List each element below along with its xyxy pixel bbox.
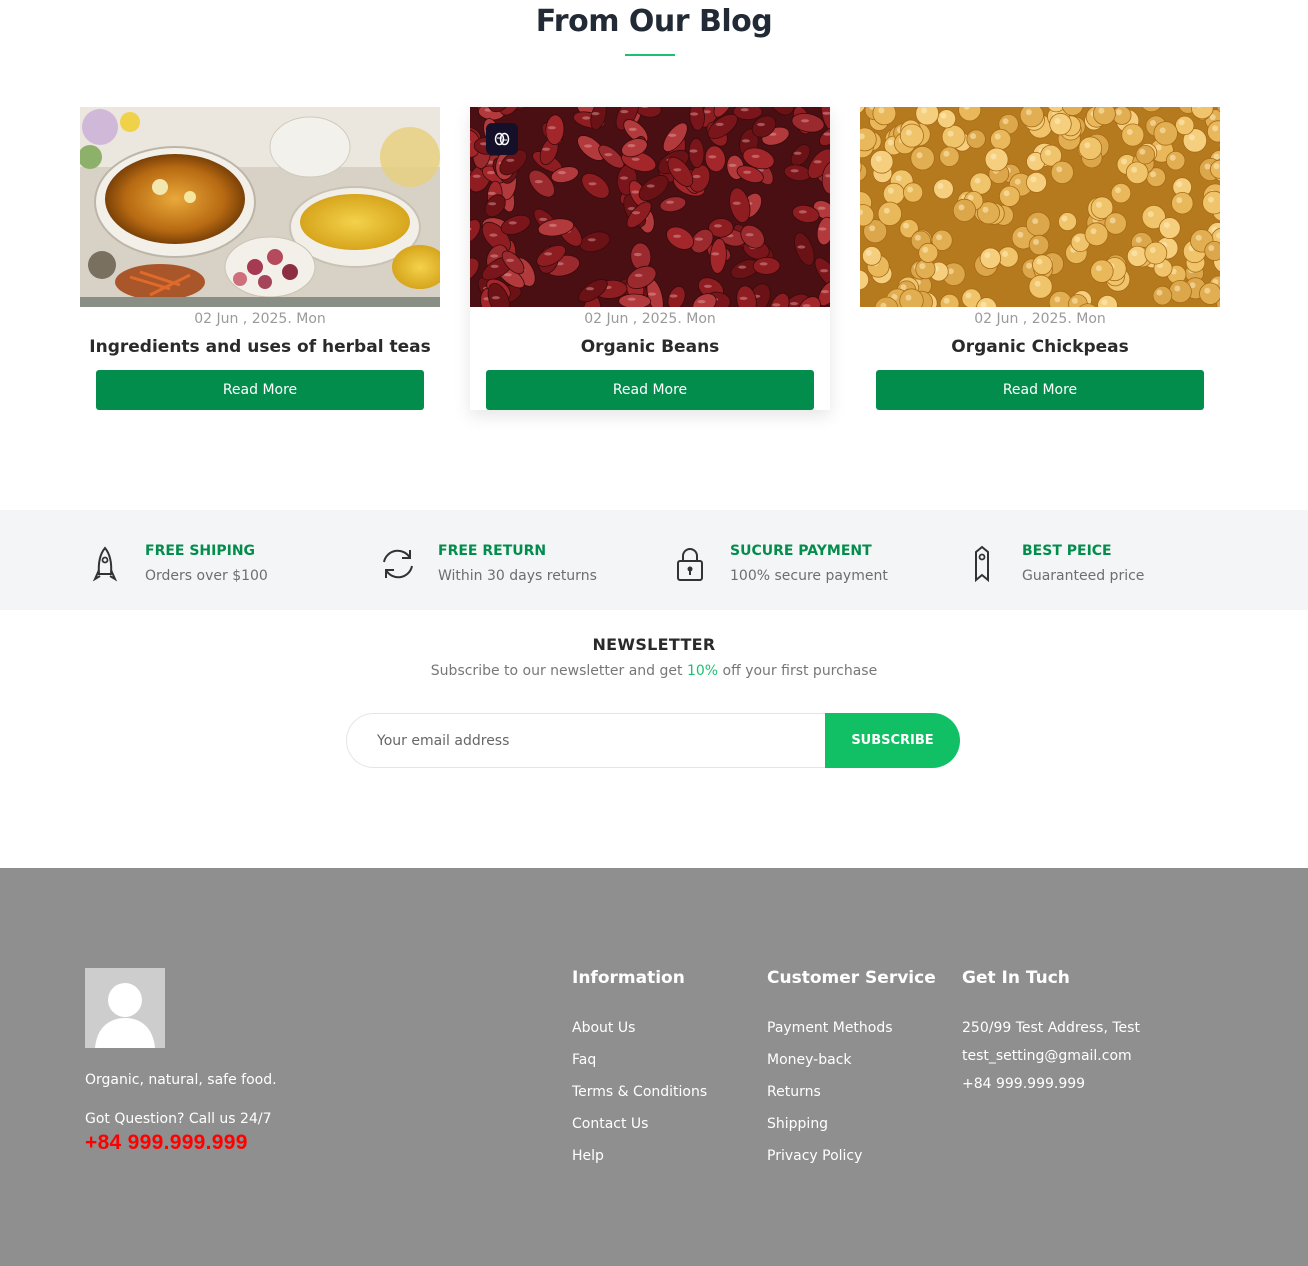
feature-free-return: FREE RETURN Within 30 days returns — [378, 540, 658, 590]
avatar — [85, 968, 165, 1048]
feature-title: FREE SHIPING — [145, 543, 256, 559]
herbal-tea-image[interactable] — [80, 107, 440, 307]
footer-link-contact-us[interactable]: Contact Us — [572, 1116, 648, 1132]
footer-link-terms[interactable]: Terms & Conditions — [572, 1084, 707, 1100]
footer-link-returns[interactable]: Returns — [767, 1084, 821, 1100]
contact-phone[interactable]: +84 999.999.999 — [962, 1076, 1140, 1104]
blog-card: 02 Jun , 2025. Mon Ingredients and uses … — [80, 107, 440, 410]
read-more-button[interactable]: Read More — [876, 370, 1204, 410]
footer-link-item: Payment Methods — [767, 1020, 936, 1052]
footer: Organic, natural, safe food. Got Questio… — [0, 868, 1308, 1266]
post-title[interactable]: Organic Beans — [470, 337, 830, 357]
newsletter-form: SUBSCRIBE — [346, 713, 960, 768]
read-more-button[interactable]: Read More — [486, 370, 814, 410]
brain-icon[interactable] — [486, 123, 518, 155]
title-underline — [625, 54, 675, 56]
feature-title: BEST PEICE — [1022, 543, 1112, 559]
footer-link-item: About Us — [572, 1020, 707, 1052]
feature-subtitle: Within 30 days returns — [438, 568, 597, 584]
column-title: Get In Tuch — [962, 968, 1070, 988]
features-bar: FREE SHIPING Orders over $100 FREE RETUR… — [0, 510, 1308, 610]
footer-phone[interactable]: +84 999.999.999 — [85, 1131, 248, 1155]
contact-address: 250/99 Test Address, Test — [962, 1020, 1140, 1036]
footer-link-item: Money-back — [767, 1052, 936, 1084]
rocket-icon — [85, 544, 125, 584]
blog-card: 02 Jun , 2025. Mon Organic Beans Read Mo… — [470, 107, 830, 410]
chickpeas-image[interactable] — [860, 107, 1220, 307]
newsletter-subtitle-text: off your first purchase — [718, 663, 878, 679]
column-title: Customer Service — [767, 968, 936, 988]
footer-link-help[interactable]: Help — [572, 1148, 604, 1164]
footer-link-payment-methods[interactable]: Payment Methods — [767, 1020, 893, 1036]
feature-secure-payment: SUCURE PAYMENT 100% secure payment — [670, 540, 950, 590]
discount-highlight: 10% — [686, 663, 719, 679]
footer-link-item: Help — [572, 1148, 707, 1180]
footer-link-item: Contact Us — [572, 1116, 707, 1148]
footer-link-shipping[interactable]: Shipping — [767, 1116, 828, 1132]
post-date: 02 Jun , 2025. Mon — [194, 311, 326, 327]
feature-subtitle: 100% secure payment — [730, 568, 888, 584]
refresh-icon — [378, 544, 418, 584]
footer-link-faq[interactable]: Faq — [572, 1052, 596, 1068]
price-tag-icon — [962, 544, 1002, 584]
footer-link-money-back[interactable]: Money-back — [767, 1052, 852, 1068]
footer-link-item: Shipping — [767, 1116, 936, 1148]
footer-link-item: Returns — [767, 1084, 936, 1116]
feature-subtitle: Guaranteed price — [1022, 568, 1145, 584]
newsletter-subtitle-text: Subscribe to our newsletter and get — [430, 663, 687, 679]
footer-question: Got Question? Call us 24/7 — [85, 1111, 272, 1127]
post-date: 02 Jun , 2025. Mon — [584, 311, 716, 327]
kidney-beans-image[interactable] — [470, 107, 830, 307]
contact-email[interactable]: test_setting@gmail.com — [962, 1048, 1140, 1076]
footer-column-get-in-touch: Get In Tuch 250/99 Test Address, Test te… — [962, 968, 1140, 1104]
subscribe-button[interactable]: SUBSCRIBE — [825, 713, 960, 768]
feature-title: SUCURE PAYMENT — [730, 543, 872, 559]
feature-free-shipping: FREE SHIPING Orders over $100 — [85, 540, 365, 590]
newsletter-title: NEWSLETTER — [592, 635, 716, 654]
blog-section-title: From Our Blog — [535, 4, 773, 39]
lock-icon — [670, 544, 710, 584]
post-title[interactable]: Organic Chickpeas — [860, 337, 1220, 357]
feature-subtitle: Orders over $100 — [145, 568, 268, 584]
post-date: 02 Jun , 2025. Mon — [974, 311, 1106, 327]
footer-column-customer-service: Customer Service Payment Methods Money-b… — [767, 968, 936, 1180]
footer-link-item: Faq — [572, 1052, 707, 1084]
read-more-button[interactable]: Read More — [96, 370, 424, 410]
post-title[interactable]: Ingredients and uses of herbal teas — [80, 337, 440, 357]
newsletter-subtitle: Subscribe to our newsletter and get 10% … — [0, 663, 1308, 679]
footer-link-about-us[interactable]: About Us — [572, 1020, 635, 1036]
footer-link-item: Terms & Conditions — [572, 1084, 707, 1116]
email-input[interactable] — [346, 713, 846, 768]
footer-link-privacy-policy[interactable]: Privacy Policy — [767, 1148, 862, 1164]
blog-card: 02 Jun , 2025. Mon Organic Chickpeas Rea… — [860, 107, 1220, 410]
feature-best-price: BEST PEICE Guaranteed price — [962, 540, 1242, 590]
footer-link-item: Privacy Policy — [767, 1148, 936, 1180]
column-title: Information — [572, 968, 685, 988]
feature-title: FREE RETURN — [438, 543, 547, 559]
footer-tagline: Organic, natural, safe food. — [85, 1072, 277, 1088]
footer-column-information: Information About Us Faq Terms & Conditi… — [572, 968, 707, 1180]
